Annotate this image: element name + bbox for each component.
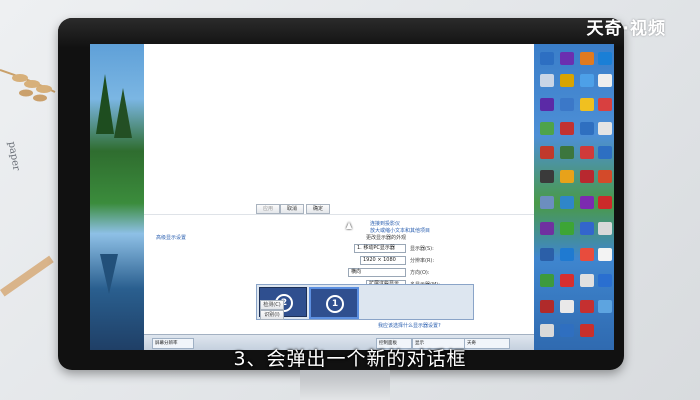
app-icon[interactable] (598, 146, 612, 159)
tree-shape (114, 88, 132, 138)
app-icon[interactable] (540, 122, 554, 135)
ok-button[interactable]: 确定 (306, 204, 330, 214)
video-subtitle: 3、会弹出一个新的对话框 (233, 348, 467, 370)
app-icon[interactable] (540, 222, 554, 235)
app-icon[interactable] (560, 52, 574, 65)
app-icon[interactable] (540, 74, 554, 87)
orientation-label: 方向(O): (410, 270, 430, 276)
resolution-select[interactable]: 1920 × 1080 (360, 256, 406, 265)
app-icon[interactable] (598, 52, 612, 65)
app-icon[interactable] (560, 146, 574, 159)
app-icon[interactable] (580, 274, 594, 287)
app-icon[interactable] (580, 170, 594, 183)
app-icon[interactable] (540, 170, 554, 183)
app-icon[interactable] (580, 324, 594, 337)
app-icon[interactable] (560, 274, 574, 287)
advanced-settings-link[interactable]: 高级显示设置 (156, 234, 186, 241)
app-icon[interactable] (540, 300, 554, 313)
app-icon[interactable] (598, 170, 612, 183)
app-icon[interactable] (540, 324, 554, 337)
text-size-link[interactable]: 放大或缩小文本和其他项目 (370, 227, 430, 234)
app-icon[interactable] (560, 300, 574, 313)
app-icon[interactable] (580, 122, 594, 135)
monitor-1-tile[interactable]: 1 (309, 287, 359, 319)
identify-button[interactable]: 识别(I) (260, 310, 284, 320)
monitor-number: 1 (326, 295, 344, 313)
app-icon[interactable] (598, 274, 612, 287)
desktop-wallpaper (90, 44, 144, 350)
cancel-button[interactable]: 取消 (280, 204, 304, 214)
detect-button[interactable]: 检测(C) (260, 300, 284, 310)
app-icon[interactable] (580, 222, 594, 235)
app-icon[interactable] (598, 300, 612, 313)
app-icon[interactable] (580, 52, 594, 65)
app-icon[interactable] (560, 170, 574, 183)
app-icon[interactable] (580, 300, 594, 313)
app-icon[interactable] (560, 324, 574, 337)
tree-reflection (100, 254, 118, 294)
app-icon[interactable] (540, 274, 554, 287)
pencil-decoration (0, 255, 54, 297)
app-icon[interactable] (560, 222, 574, 235)
app-icon[interactable] (540, 52, 554, 65)
app-icon[interactable] (540, 98, 554, 111)
desktop-icon-grid (534, 44, 614, 350)
display-select[interactable]: 1. 移动PC显示器 (354, 244, 406, 253)
tree-shape (96, 74, 114, 134)
orientation-select[interactable]: 横向 (348, 268, 406, 277)
app-icon[interactable] (580, 74, 594, 87)
resolution-label: 分辨率(R): (410, 258, 435, 264)
app-icon[interactable] (560, 248, 574, 261)
app-icon[interactable] (580, 196, 594, 209)
projector-link[interactable]: 连接到投影仪 (370, 220, 400, 227)
monitor-stand (300, 370, 390, 400)
section-title: 更改显示器的外观 (366, 235, 407, 241)
app-icon[interactable] (540, 248, 554, 261)
display-label: 显示器(S): (410, 246, 434, 252)
divider (144, 214, 534, 215)
app-icon[interactable] (560, 98, 574, 111)
app-icon[interactable] (540, 196, 554, 209)
app-icon[interactable] (580, 98, 594, 111)
app-icon[interactable] (580, 248, 594, 261)
app-icon[interactable] (540, 146, 554, 159)
svg-text:paper: paper (6, 141, 22, 172)
app-icon[interactable] (560, 122, 574, 135)
app-icon[interactable] (580, 146, 594, 159)
brand-logo: 天奇·视频 (586, 19, 666, 39)
app-icon[interactable] (598, 222, 612, 235)
app-icon[interactable] (560, 196, 574, 209)
apply-button[interactable]: 应用 (256, 204, 280, 214)
app-icon[interactable] (598, 248, 612, 261)
app-icon[interactable] (598, 98, 612, 111)
app-icon[interactable] (560, 74, 574, 87)
app-icon[interactable] (598, 196, 612, 209)
mouse-cursor (346, 222, 352, 229)
help-link[interactable]: 我应该选择什么显示器设置? (378, 322, 441, 329)
monitor-preview: 2 1 (256, 284, 474, 320)
app-icon[interactable] (598, 122, 612, 135)
desktop-screen: 应用 取消 确定 高级显示设置 连接到投影仪 放大或缩小文本和其他项目 更改显示… (90, 44, 614, 350)
app-icon[interactable] (598, 74, 612, 87)
screen-resolution-dialog: 应用 取消 确定 高级显示设置 连接到投影仪 放大或缩小文本和其他项目 更改显示… (144, 44, 534, 344)
